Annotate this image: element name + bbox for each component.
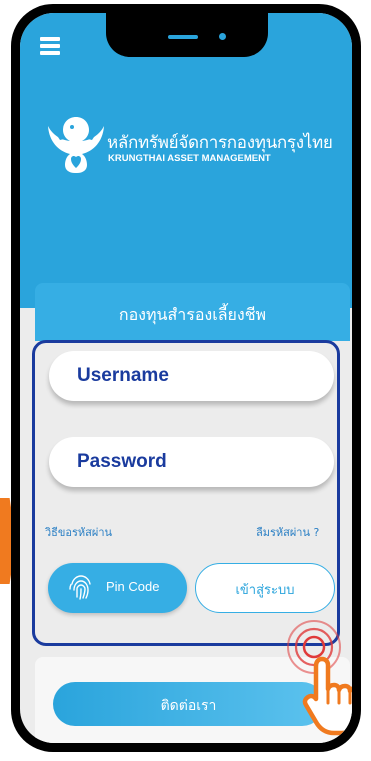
camera	[219, 33, 226, 40]
app-screen: หลักทรัพย์จัดการกองทุนกรุงไทย KRUNGTHAI …	[20, 13, 352, 743]
section-title: กองทุนสำรองเลี้ยงชีพ	[118, 305, 267, 324]
brand-name-thai: หลักทรัพย์จัดการกองทุนกรุงไทย	[107, 133, 333, 153]
phone-notch	[106, 13, 268, 57]
brand-name-english: KRUNGTHAI ASSET MANAGEMENT	[108, 153, 271, 164]
section-header: กองทุนสำรองเลี้ยงชีพ	[35, 283, 350, 341]
contact-us-label: ติดต่อเรา	[160, 698, 217, 714]
highlight-frame	[32, 340, 340, 646]
garuda-logo	[48, 117, 104, 173]
phone-frame: หลักทรัพย์จัดการกองทุนกรุงไทย KRUNGTHAI …	[11, 4, 361, 752]
pointing-hand-icon	[302, 656, 352, 736]
speaker	[168, 35, 198, 39]
contact-us-button[interactable]: ติดต่อเรา	[53, 682, 324, 726]
hamburger-menu-icon[interactable]	[40, 37, 60, 56]
